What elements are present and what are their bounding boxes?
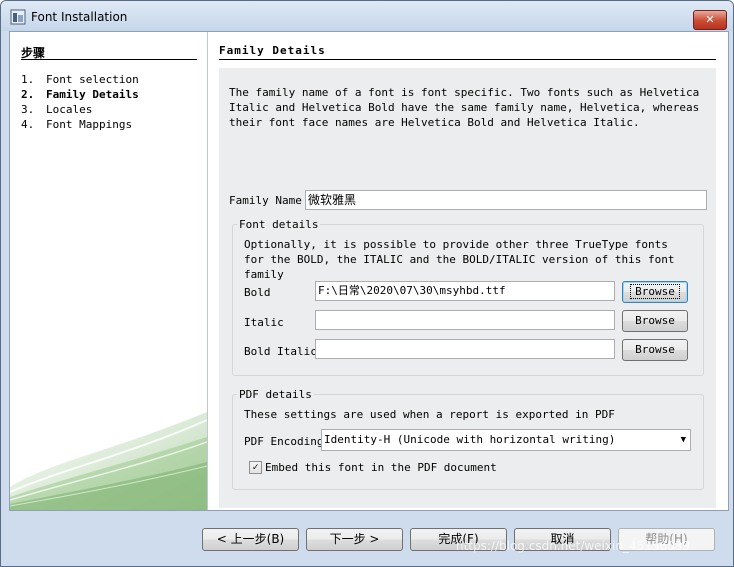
title-bar: Font Installation ✕ <box>1 1 733 31</box>
step-label: Family Details <box>46 88 139 101</box>
family-name-input[interactable]: 微软雅黑 <box>305 190 707 210</box>
decorative-wave-graphic <box>10 412 207 510</box>
close-button[interactable]: ✕ <box>693 10 727 30</box>
bold-italic-label: Bold Italic <box>244 345 317 358</box>
step-number: 3. <box>21 103 35 116</box>
bold-italic-browse-button[interactable]: Browse <box>622 339 688 361</box>
font-details-group: Font details Optionally, it is possible … <box>232 218 704 376</box>
step-item-active: 2. Family Details <box>21 87 139 102</box>
steps-divider <box>21 59 197 60</box>
app-icon <box>10 9 26 25</box>
step-number: 4. <box>21 118 35 131</box>
pdf-details-legend: PDF details <box>237 388 314 401</box>
step-number: 1. <box>21 73 35 86</box>
steps-panel: 步骤 1. Font selection 2. Family Details 3. L… <box>10 32 208 510</box>
wizard-body: 步骤 1. Font selection 2. Family Details 3. L… <box>9 31 729 511</box>
pdf-details-description: These settings are used when a report is… <box>244 408 615 421</box>
step-number: 2. <box>21 88 35 101</box>
pdf-encoding-select[interactable]: Identity-H (Unicode with horizontal writ… <box>321 429 691 451</box>
pdf-details-group: PDF details These settings are used when… <box>232 388 704 490</box>
step-label: Font selection <box>46 73 139 86</box>
steps-list: 1. Font selection 2. Family Details 3. Loca… <box>21 72 139 132</box>
dropdown-arrow-icon[interactable]: ▼ <box>681 430 686 450</box>
family-description: The family name of a font is font specif… <box>229 86 700 129</box>
embed-font-label[interactable]: Embed this font in the PDF document <box>265 461 497 474</box>
font-details-description: Optionally, it is possible to provide ot… <box>244 238 675 281</box>
italic-browse-button[interactable]: Browse <box>622 310 688 332</box>
italic-font-path-input[interactable] <box>315 310 615 330</box>
italic-label: Italic <box>244 316 284 329</box>
window-title: Font Installation <box>31 10 128 24</box>
pdf-encoding-label: PDF Encoding <box>244 435 324 448</box>
bold-italic-font-path-input[interactable] <box>315 339 615 359</box>
bold-label: Bold <box>244 286 271 299</box>
watermark-text: https://blog.csdn.net/weixin_45156039 <box>456 539 691 553</box>
family-details-panel: The family name of a font is font specif… <box>219 68 716 508</box>
step-label: Font Mappings <box>46 118 133 131</box>
bold-browse-button[interactable]: Browse <box>622 281 688 303</box>
back-button[interactable]: < 上一步(B) <box>202 528 299 551</box>
embed-font-checkbox[interactable]: ✓ <box>249 461 262 474</box>
step-item: 4. Font Mappings <box>21 117 139 132</box>
section-divider <box>219 59 716 60</box>
section-title: Family Details <box>219 44 326 57</box>
step-label: Locales <box>46 103 93 116</box>
content-panel: Family Details The family name of a font… <box>208 32 728 510</box>
font-installation-window: Font Installation ✕ 步骤 1. Font selection … <box>0 0 734 567</box>
font-details-legend: Font details <box>237 218 321 231</box>
bold-browse-label: Browse <box>630 284 680 299</box>
next-button[interactable]: 下一步 > <box>306 528 403 551</box>
family-name-label: Family Name <box>229 194 302 207</box>
step-item: 1. Font selection <box>21 72 139 87</box>
pdf-encoding-value: Identity-H (Unicode with horizontal writ… <box>324 433 616 446</box>
step-item: 3. Locales <box>21 102 139 117</box>
bold-font-path-input[interactable]: F:\日常\2020\07\30\msyhbd.ttf <box>315 281 615 301</box>
